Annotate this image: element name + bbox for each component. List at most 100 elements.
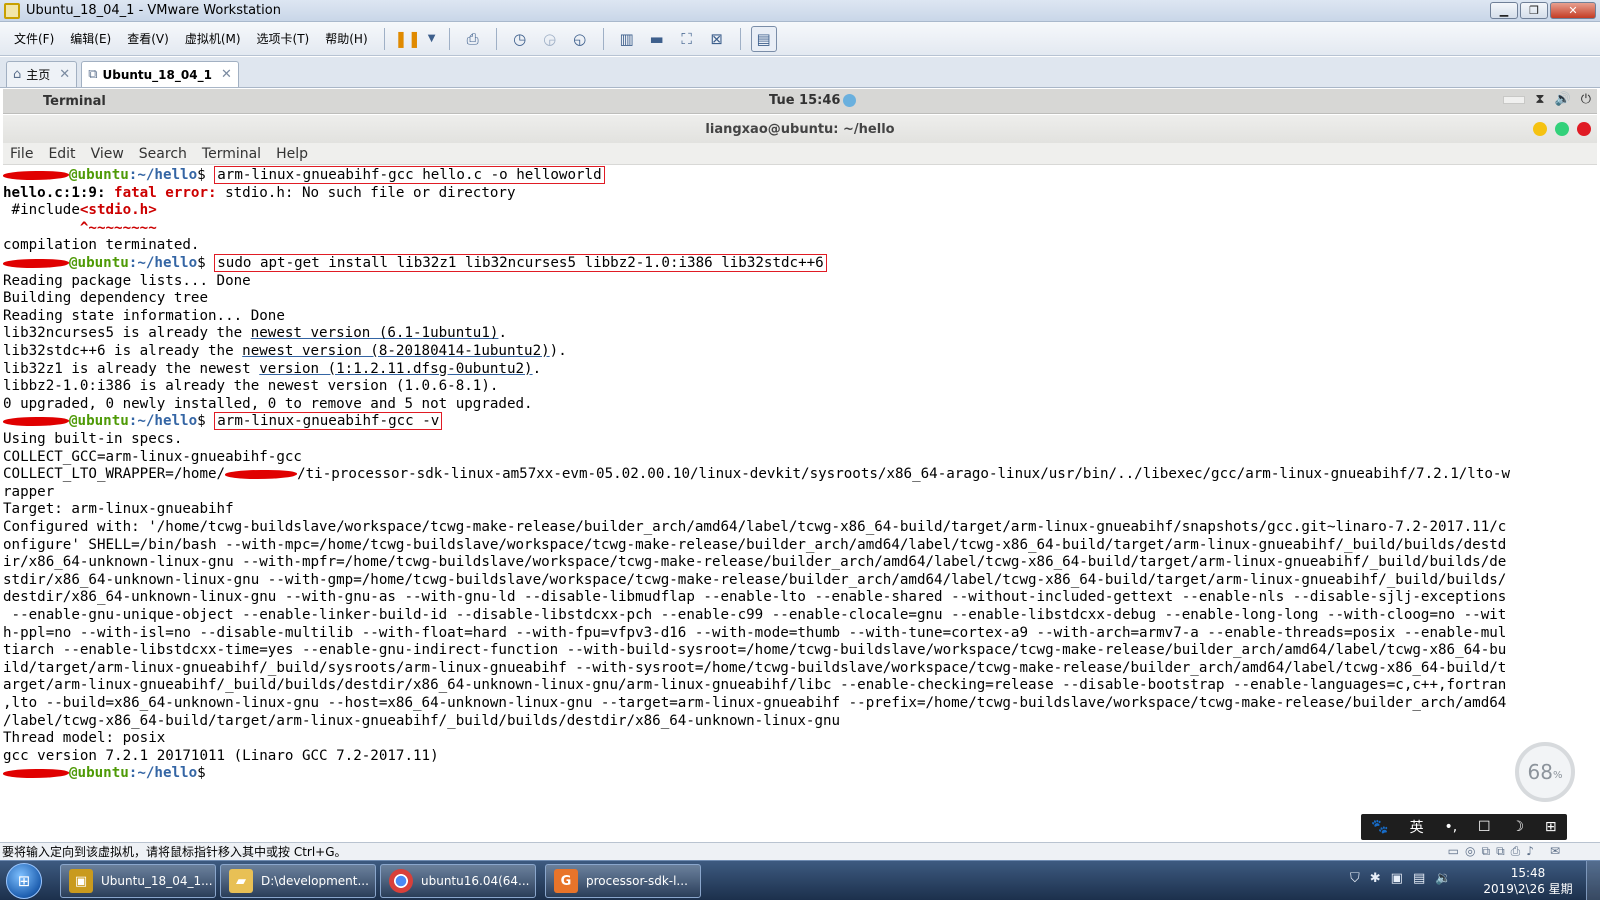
output-line: /label/tcwg-x86_64-build/target/arm-linu… [3,712,841,729]
output-line: tiarch --enable-libstdcxx-time=yes --ena… [3,642,1507,659]
terminal-window-controls [1533,122,1591,136]
network-adapter-icon[interactable]: ⧉ [1482,844,1491,859]
network-icon[interactable]: ▤ [1413,871,1425,886]
terminal-menu-view[interactable]: View [91,146,124,162]
message-icon[interactable]: ✉ [1550,844,1560,859]
close-circle-icon[interactable] [1577,122,1591,136]
progress-ring-widget[interactable]: 68% [1515,742,1575,802]
output-line: Reading state information... Done [3,307,285,324]
close-tab-icon[interactable]: ✕ [221,67,232,82]
show-desktop-button[interactable] [1586,861,1600,900]
ime-toolbar: 🐾 英 •, ☐ ☽ ⊞ [1361,814,1567,840]
active-app-name[interactable]: Terminal [43,94,106,109]
vmware-app-icon [4,2,20,19]
bluetooth-icon[interactable]: ✱ [1370,871,1381,886]
pause-icon[interactable]: ❚❚ [394,26,421,52]
redacted-username [225,469,298,479]
output-line: Building dependency tree [3,290,208,307]
sound-card-icon[interactable]: ♪ [1526,844,1534,859]
library-view-icon[interactable]: ▤ [750,25,777,52]
ime-punctuation-icon[interactable]: •, [1445,819,1458,835]
hard-disk-icon[interactable]: ▭ [1448,844,1459,859]
output-line: lib32z1 is already the newest version (1… [3,360,542,377]
compilation-terminated-line: compilation terminated. [3,237,200,254]
window-controls: ▁ ❐ ✕ [1490,2,1596,19]
fullscreen-icon[interactable]: ⛶ [674,26,700,52]
terminal-menu-help[interactable]: Help [276,146,308,162]
power-icon[interactable]: ⏻ [1581,92,1591,107]
menu-tabs[interactable]: 选项卡(T) [249,30,318,47]
error-line: hello.c:1:9: fatal error: stdio.h: No su… [3,184,516,201]
close-tab-icon[interactable]: ✕ [59,67,70,82]
ime-paw-icon[interactable]: 🐾 [1371,819,1388,835]
unity-icon[interactable]: ⊠ [704,26,730,52]
prompt-line-4: @ubuntu:~/hello$ [3,765,206,783]
output-line: gcc version 7.2.1 20171011 (Linaro GCC 7… [3,747,439,764]
tab-home[interactable]: ⌂ 主页 ✕ [6,61,78,87]
toolbar-separator [602,27,604,50]
terminal-menu-search[interactable]: Search [139,146,187,162]
maximize-button[interactable]: ❐ [1520,2,1548,19]
folder-icon: ▰ [229,869,253,893]
ime-language-toggle[interactable]: 英 [1410,817,1424,837]
console-view-icon[interactable]: ▬ [644,26,670,52]
panel-clock[interactable]: Tue 15:46 [769,93,857,108]
menu-help[interactable]: 帮助(H) [317,30,375,47]
output-line: COLLECT_LTO_WRAPPER=/home//ti-processor-… [3,466,1511,483]
start-button[interactable]: ⊞ [6,863,42,899]
sidebar-view-icon[interactable]: ▥ [614,26,640,52]
taskbar-button-pdf[interactable]: G processor-sdk-l... [545,864,701,898]
close-button[interactable]: ✕ [1550,2,1596,19]
snapshot-icon[interactable]: ◷ [507,26,533,52]
dropdown-arrow-icon[interactable]: ▼ [425,26,439,52]
ime-moon-icon[interactable]: ☽ [1511,819,1524,835]
output-line: onfigure' SHELL=/bin/bash --with-mpc=/ho… [3,536,1507,553]
send-ctrl-alt-del-icon[interactable]: ⎙ [460,26,486,52]
taskbar-clock[interactable]: 15:48 2019\2\26 星期二 [1478,865,1578,900]
status-message: 要将输入定向到该虚拟机，请将鼠标指针移入其中或按 Ctrl+G。 [2,845,347,859]
snapshot-manager-icon[interactable]: ◵ [567,26,593,52]
prompt-line-2: @ubuntu:~/hello$ sudo apt-get install li… [3,254,827,273]
taskbar-button-explorer[interactable]: ▰ D:\development... [220,864,376,898]
output-line: --enable-gnu-unique-object --enable-link… [3,607,1507,623]
menu-edit[interactable]: 编辑(E) [62,30,119,47]
volume-icon[interactable]: 🔊 [1555,92,1571,107]
cd-icon[interactable]: ◎ [1465,844,1475,859]
ime-grid-icon[interactable]: ⊞ [1545,819,1557,835]
output-line: destdir/x86_64-unknown-linux-gnu --with-… [3,589,1507,606]
highlighted-command-1: arm-linux-gnueabihf-gcc hello.c -o hello… [214,166,605,184]
ime-keyboard-icon[interactable]: ☐ [1478,819,1491,835]
output-line: Reading package lists... Done [3,272,251,289]
minimize-button[interactable]: ▁ [1490,2,1518,19]
taskbar-button-vmware[interactable]: ▣ Ubuntu_18_04_1... [60,864,216,898]
menu-file[interactable]: 文件(F) [6,30,62,47]
terminal-menu-terminal[interactable]: Terminal [202,146,261,162]
input-method-indicator[interactable] [1503,95,1526,104]
minimize-circle-icon[interactable] [1533,122,1547,136]
revert-snapshot-icon[interactable]: ◶ [537,26,563,52]
output-line: lib32ncurses5 is already the newest vers… [3,325,507,342]
printer-icon[interactable]: ⎙ [1511,844,1521,859]
output-line: libbz2-1.0:i386 is already the newest ve… [3,378,499,395]
volume-icon[interactable]: 🔉 [1435,871,1451,886]
output-line: rapper [3,483,55,500]
chrome-icon [389,869,413,893]
menu-view[interactable]: 查看(V) [119,30,177,47]
terminal-menu-edit[interactable]: Edit [48,146,75,162]
taskbar-button-chrome[interactable]: ubuntu16.04(64... [380,864,536,898]
tab-ubuntu[interactable]: ⧉ Ubuntu_18_04_1 ✕ [81,61,239,87]
terminal-output[interactable]: @ubuntu:~/hello$ arm-linux-gnueabihf-gcc… [3,166,1597,826]
panel-clock-text: Tue 15:46 [769,93,841,108]
maximize-circle-icon[interactable] [1555,122,1569,136]
terminal-menu-file[interactable]: File [10,146,33,162]
menu-vm[interactable]: 虚拟机(M) [177,30,249,47]
redacted-username [3,170,69,180]
output-line: Target: arm-linux-gnueabihf [3,501,234,518]
network-icon[interactable]: ⧗ [1535,92,1544,107]
network-adapter-icon[interactable]: ⧉ [1496,844,1505,859]
output-line: stdir/x86_64-unknown-linux-gnu --with-gm… [3,571,1507,588]
vmware-status-bar: 要将输入定向到该虚拟机，请将鼠标指针移入其中或按 Ctrl+G。 ▭ ◎ ⧉ ⧉… [0,842,1600,860]
device-icon[interactable]: ▣ [1391,871,1403,886]
shield-icon[interactable]: ⛉ [1350,871,1360,886]
terminal-title-bar: liangxao@ubuntu: ~/hello [3,115,1597,143]
